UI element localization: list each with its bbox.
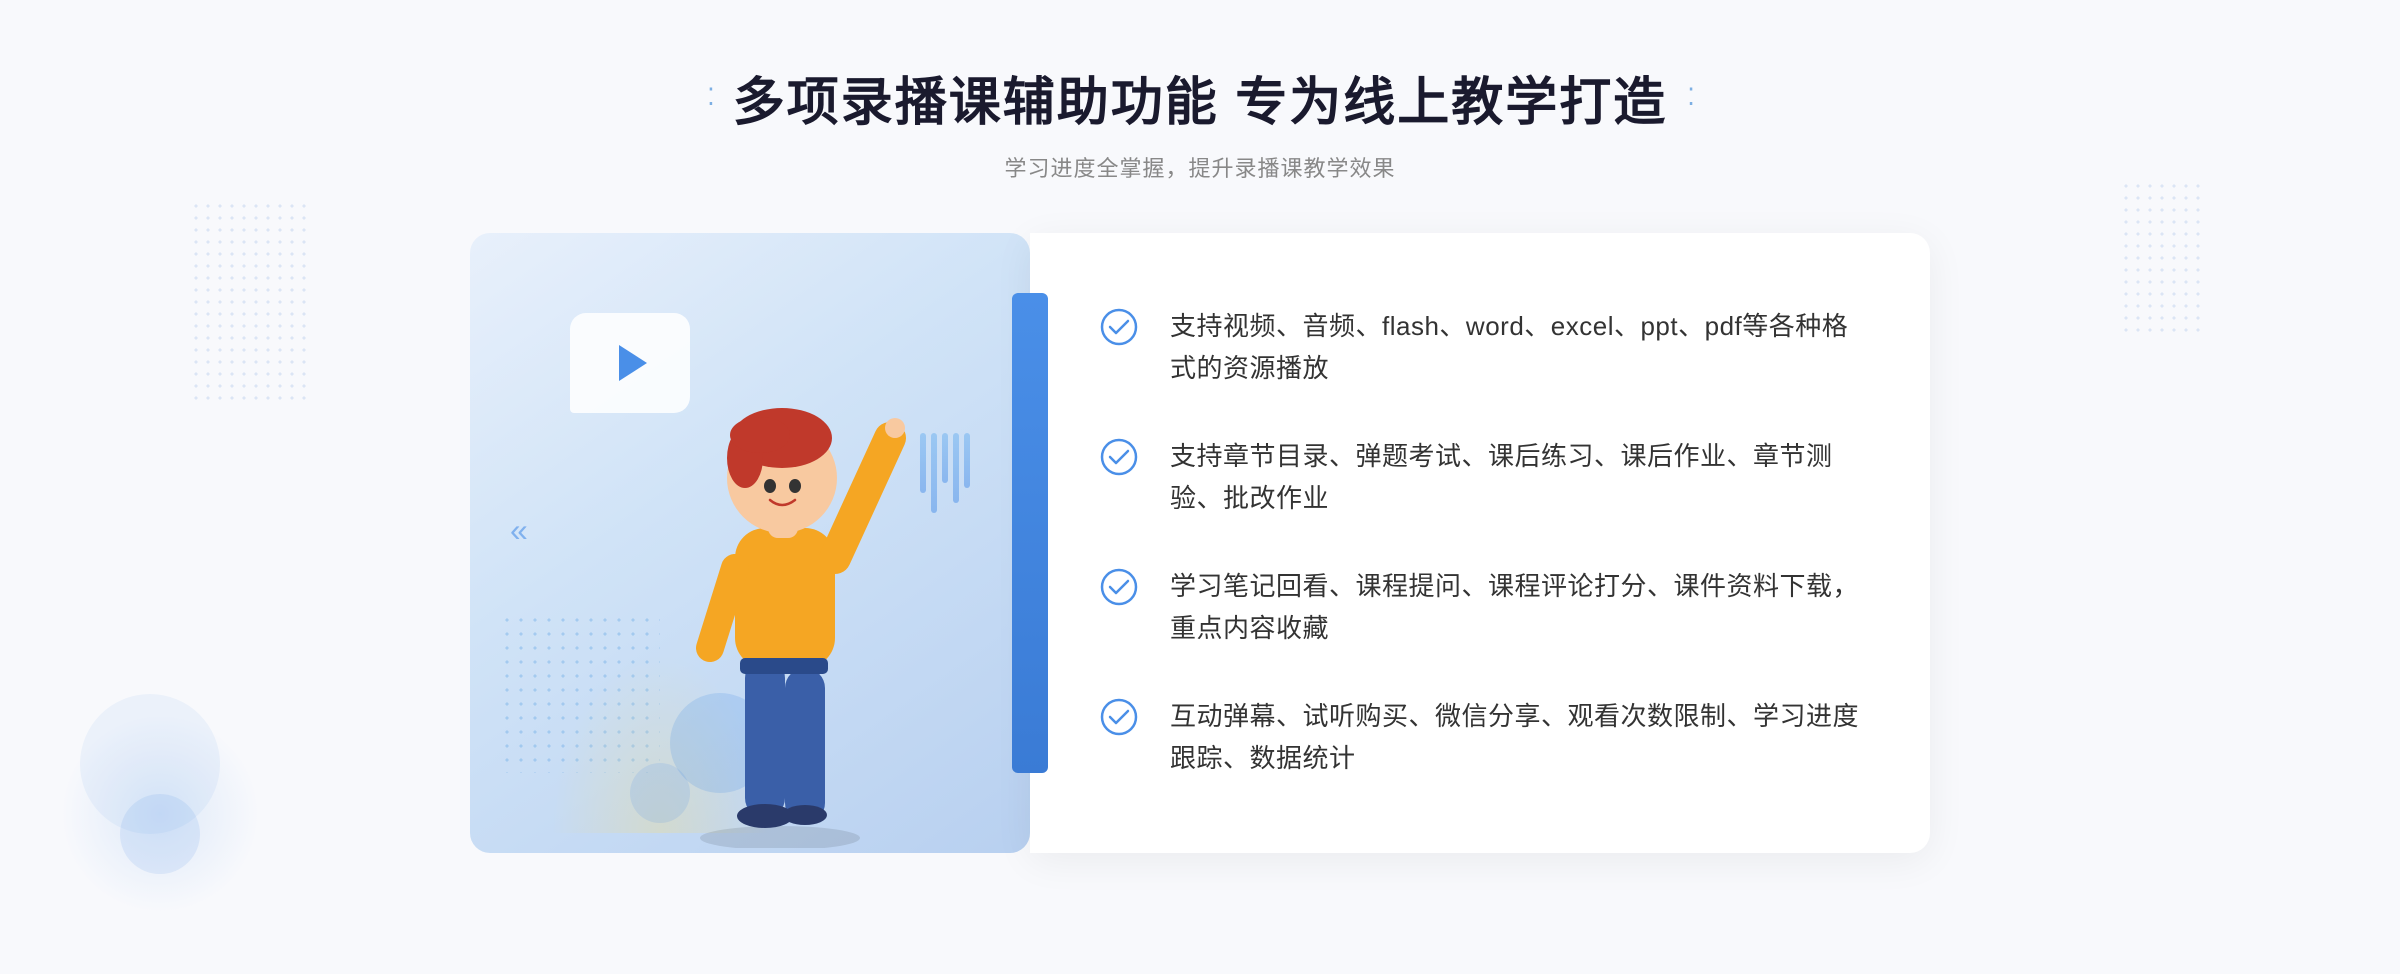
header-title-row: ⁚ 多项录播课辅助功能 专为线上教学打造 ⁚ xyxy=(707,60,1693,135)
feature-text-4: 互动弹幕、试听购买、微信分享、观看次数限制、学习进度跟踪、数据统计 xyxy=(1170,696,1860,779)
feature-item-3: 学习笔记回看、课程提问、课程评论打分、课件资料下载，重点内容收藏 xyxy=(1100,566,1860,649)
feature-text-3: 学习笔记回看、课程提问、课程评论打分、课件资料下载，重点内容收藏 xyxy=(1170,566,1860,649)
feature-item-4: 互动弹幕、试听购买、微信分享、观看次数限制、学习进度跟踪、数据统计 xyxy=(1100,696,1860,779)
feature-item-1: 支持视频、音频、flash、word、excel、ppt、pdf等各种格式的资源… xyxy=(1100,306,1860,389)
header-dots-left-icon: ⁚ xyxy=(707,83,713,112)
check-icon-4 xyxy=(1100,698,1140,738)
blue-bar-decoration xyxy=(1012,293,1048,773)
chevron-left-icon: « xyxy=(510,512,528,549)
features-panel: 支持视频、音频、flash、word、excel、ppt、pdf等各种格式的资源… xyxy=(1030,233,1930,853)
stripe-bar-3 xyxy=(942,433,948,483)
person-illustration xyxy=(630,338,930,853)
header-dots-right-icon: ⁚ xyxy=(1687,83,1693,112)
header-section: ⁚ 多项录播课辅助功能 专为线上教学打造 ⁚ 学习进度全掌握，提升录播课教学效果 xyxy=(707,60,1693,183)
image-card: « xyxy=(470,233,1030,853)
stripe-bar-4 xyxy=(953,433,959,503)
dots-decoration-left xyxy=(190,200,310,400)
page-title: 多项录播课辅助功能 专为线上教学打造 xyxy=(733,60,1667,135)
dots-decoration-right xyxy=(2120,180,2200,340)
check-icon-1 xyxy=(1100,308,1140,348)
check-icon-3 xyxy=(1100,568,1140,608)
page-container: ⁚ 多项录播课辅助功能 专为线上教学打造 ⁚ 学习进度全掌握，提升录播课教学效果 xyxy=(0,0,2400,974)
check-icon-2 xyxy=(1100,438,1140,478)
main-content: « xyxy=(470,233,1930,853)
feature-text-1: 支持视频、音频、flash、word、excel、ppt、pdf等各种格式的资源… xyxy=(1170,306,1860,389)
header-subtitle: 学习进度全掌握，提升录播课教学效果 xyxy=(707,151,1693,183)
feature-item-2: 支持章节目录、弹题考试、课后练习、课后作业、章节测验、批改作业 xyxy=(1100,436,1860,519)
stripe-bar-5 xyxy=(964,433,970,488)
feature-text-2: 支持章节目录、弹题考试、课后练习、课后作业、章节测验、批改作业 xyxy=(1170,436,1860,519)
stripe-bar-2 xyxy=(931,433,937,513)
circle-decoration-small xyxy=(120,794,200,874)
